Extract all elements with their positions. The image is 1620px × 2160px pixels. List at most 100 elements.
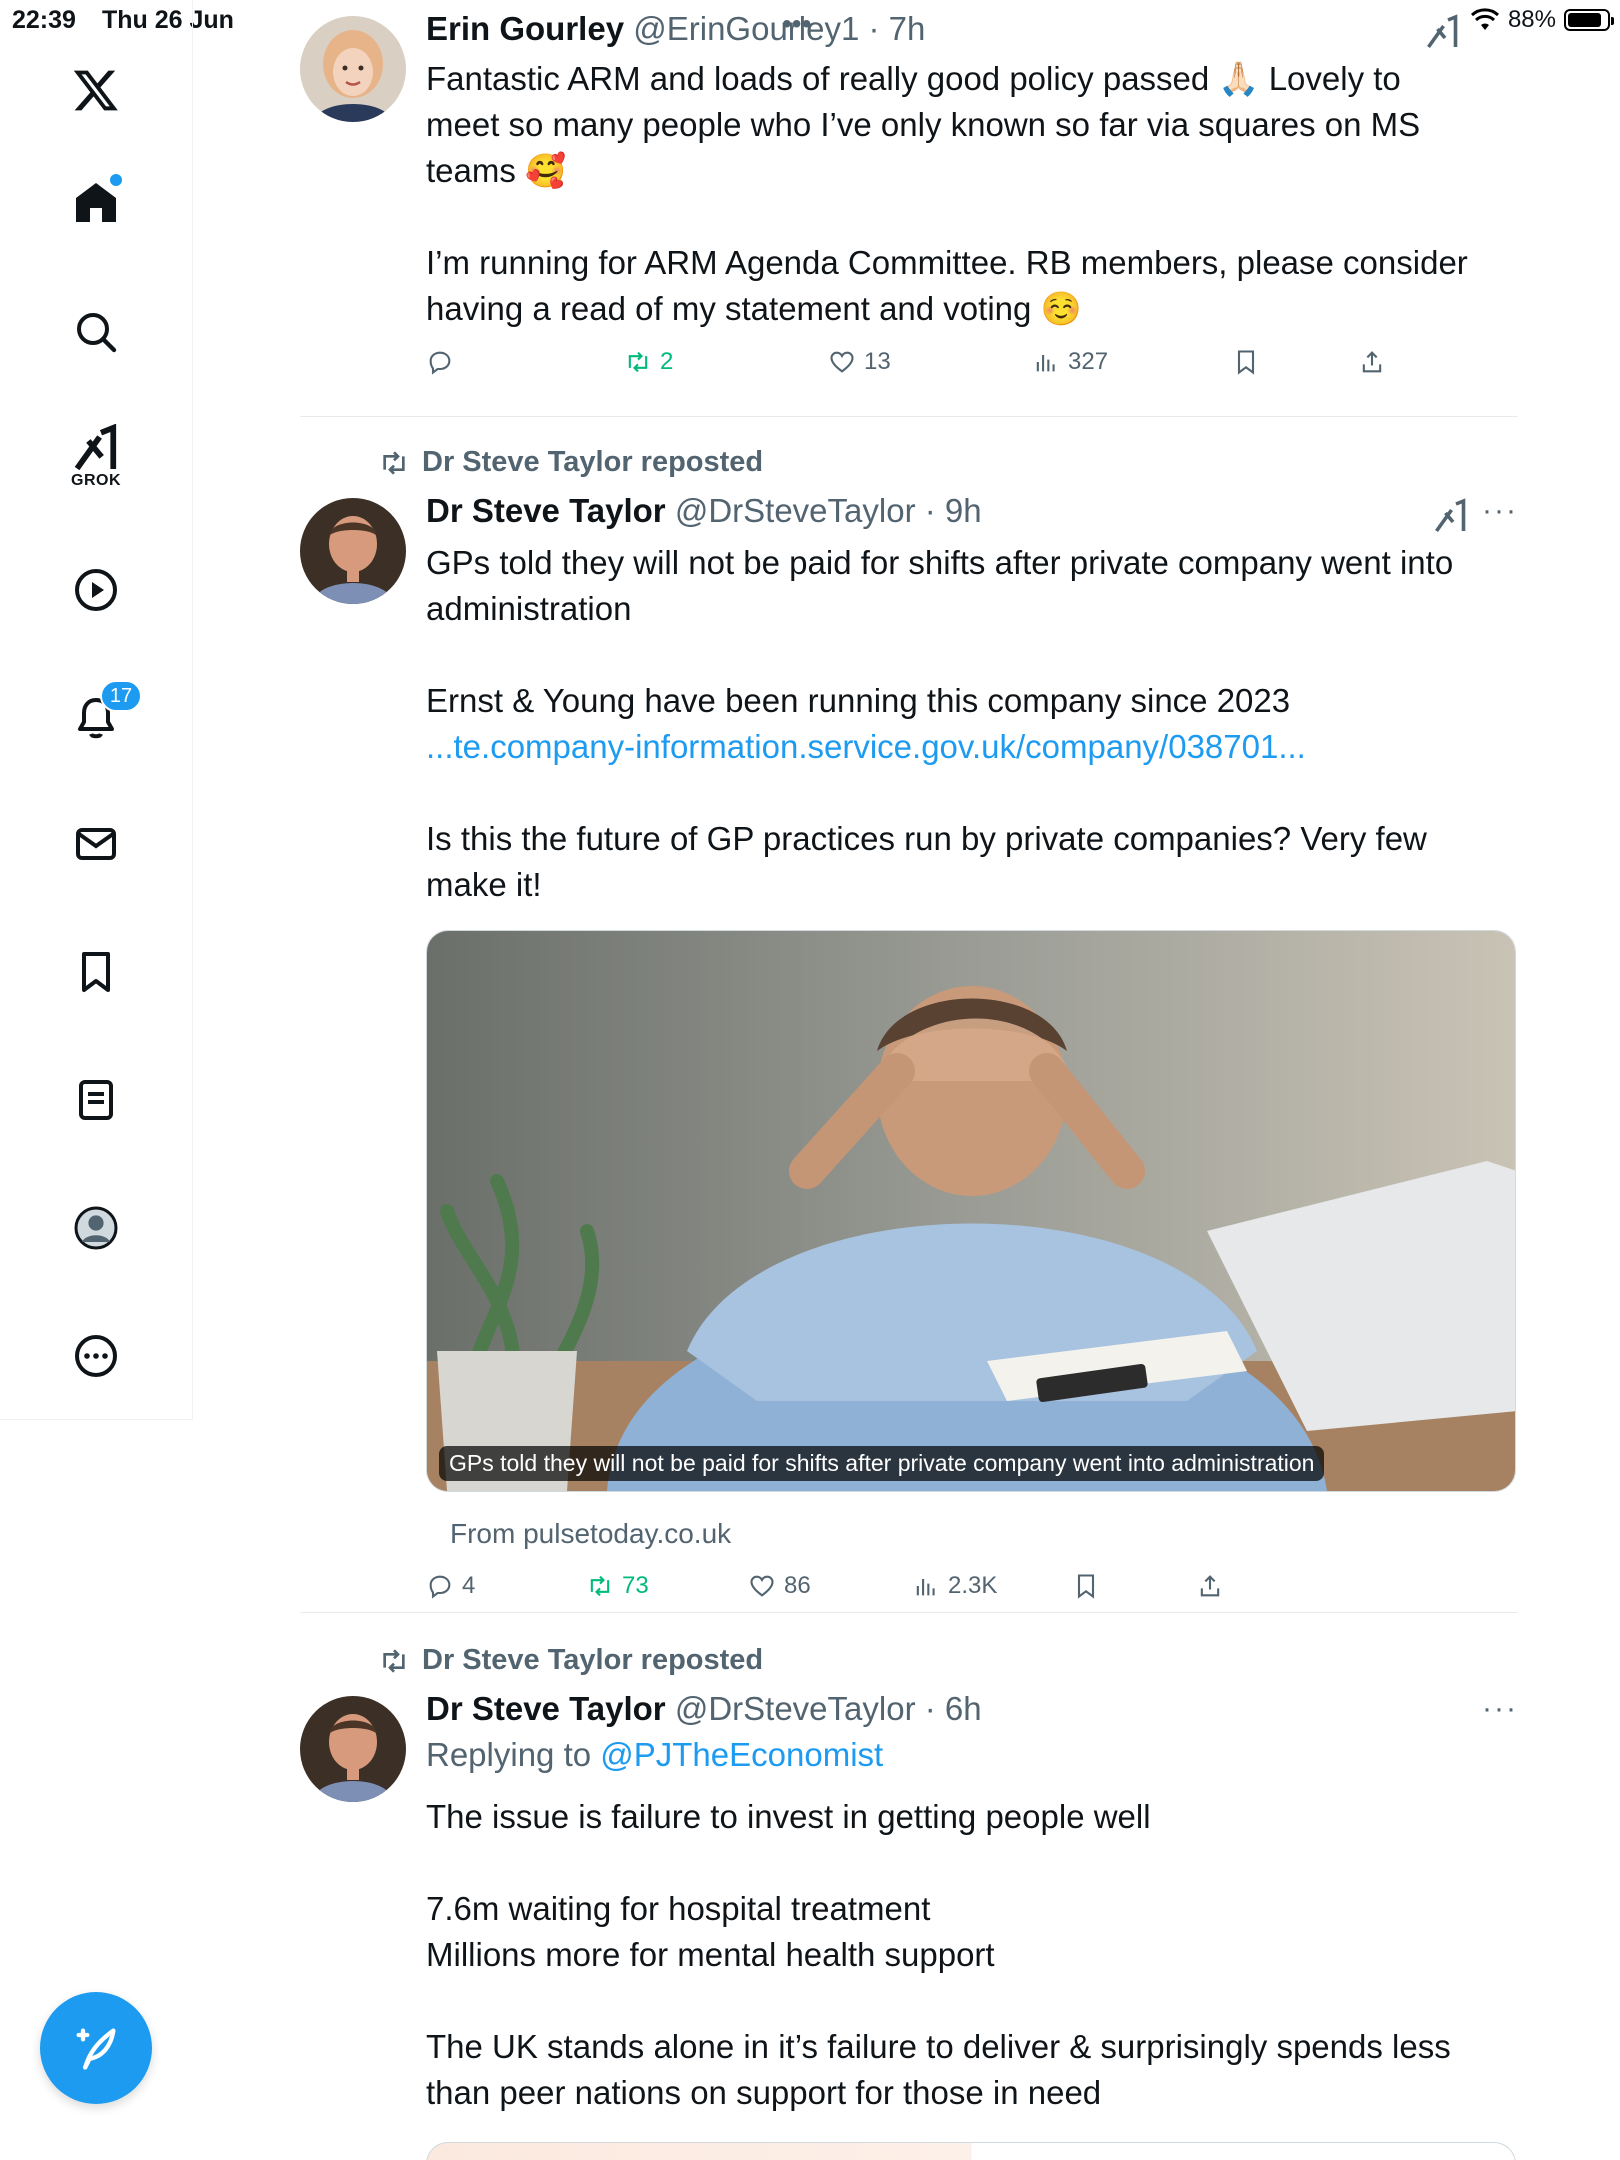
notification-count-badge: 17 xyxy=(100,680,142,712)
replying-to-prefix: Replying to xyxy=(426,1736,601,1773)
x-logo-icon[interactable] xyxy=(66,60,126,120)
reply-icon xyxy=(429,1575,451,1599)
views-count: 327 xyxy=(1068,348,1109,375)
bookmark-icon xyxy=(1077,1574,1095,1599)
compose-button[interactable] xyxy=(40,1992,152,2104)
search-icon[interactable] xyxy=(66,302,126,362)
repost-indicator[interactable]: Dr Steve Taylor reposted xyxy=(378,1644,763,1677)
avatar[interactable] xyxy=(300,1696,406,1802)
tweet-text-line: Millions more for mental health support xyxy=(426,1936,995,1973)
grok-label: GROK xyxy=(71,472,121,489)
home-icon[interactable] xyxy=(66,172,126,232)
battery-percent: 88% xyxy=(1507,6,1556,33)
company-info-link[interactable]: ...te.company-information.service.gov.uk… xyxy=(426,724,1511,770)
more-options-icon[interactable]: ··· xyxy=(1482,1692,1518,1726)
author-handle[interactable]: @DrSteveTaylor xyxy=(675,492,916,529)
tweet-text-line: The UK stands alone in it’s failure to d… xyxy=(426,2028,1451,2065)
tweet-text-line xyxy=(426,194,1511,240)
author-name[interactable]: Dr Steve Taylor xyxy=(426,1690,666,1727)
reply-count: 4 xyxy=(462,1572,476,1599)
messages-icon[interactable] xyxy=(66,814,126,874)
tweet-text: The issue is failure to invest in gettin… xyxy=(426,1794,1511,2116)
profile-icon[interactable] xyxy=(66,1198,126,1258)
reply-button[interactable]: 4 xyxy=(426,1572,475,1600)
battery-icon xyxy=(1564,9,1614,31)
tweet-actions: 2 13 327 xyxy=(426,348,1426,388)
tweet-divider xyxy=(300,1612,1518,1613)
tweet-text: Fantastic ARM and loads of really good p… xyxy=(426,56,1511,332)
avatar[interactable] xyxy=(300,16,406,122)
reply-button[interactable] xyxy=(426,348,462,376)
like-button[interactable]: 86 xyxy=(748,1572,811,1600)
share-button[interactable] xyxy=(1196,1572,1224,1600)
tweet-text-line xyxy=(426,1978,1511,2024)
views-button[interactable]: 327 xyxy=(1032,348,1108,376)
link-source[interactable]: From pulsetoday.co.uk xyxy=(450,1518,731,1550)
post-time: · 6h xyxy=(924,1690,982,1727)
views-count: 2.3K xyxy=(948,1572,998,1599)
like-button[interactable]: 13 xyxy=(828,348,891,376)
like-count: 86 xyxy=(784,1572,811,1599)
link-card-image[interactable]: GPs told they will not be paid for shift… xyxy=(426,930,1516,1492)
lists-icon[interactable] xyxy=(66,1070,126,1130)
tweet-text-line: Is this the future of GP practices run b… xyxy=(426,820,1427,857)
author-line: Erin Gourley @ErinGourley1 · 7h xyxy=(426,10,925,48)
repost-icon xyxy=(590,1575,610,1597)
bookmark-button[interactable] xyxy=(1072,1572,1100,1600)
author-handle[interactable]: @DrSteveTaylor xyxy=(675,1690,916,1727)
share-icon xyxy=(1362,351,1382,373)
battery-level xyxy=(1568,13,1602,27)
tweet-text-line: GPs told they will not be paid for shift… xyxy=(426,544,1454,581)
tweet-text-line: Fantastic ARM and loads of really good p… xyxy=(426,60,1401,97)
tweet-text-line: The issue is failure to invest in gettin… xyxy=(426,1798,1151,1835)
repost-icon xyxy=(383,450,405,475)
author-name[interactable]: Dr Steve Taylor xyxy=(426,492,666,529)
views-icon xyxy=(916,1579,935,1596)
views-icon xyxy=(1036,355,1055,372)
replying-to-line: Replying to @PJTheEconomist xyxy=(426,1736,883,1774)
views-button[interactable]: 2.3K xyxy=(912,1572,997,1600)
wifi-icon xyxy=(1470,8,1499,30)
repost-label: Dr Steve Taylor reposted xyxy=(422,1644,764,1676)
avatar[interactable] xyxy=(300,498,406,604)
bookmarks-icon[interactable] xyxy=(66,942,126,1002)
repost-button[interactable]: 2 xyxy=(624,348,673,376)
repost-indicator[interactable]: Dr Steve Taylor reposted xyxy=(378,446,763,479)
status-indicators: 88% xyxy=(1470,6,1614,34)
repost-count: 2 xyxy=(660,348,674,375)
tweet-text-line: administration xyxy=(426,590,632,627)
tweet-text-line: than peer nations on support for those i… xyxy=(426,2074,1102,2111)
author-handle[interactable]: @ErinGourley1 xyxy=(633,10,859,47)
tweet-text-line: Ernst & Young have been running this com… xyxy=(426,682,1291,719)
share-icon xyxy=(1200,1575,1220,1597)
tweet-text: GPs told they will not be paid for shift… xyxy=(426,540,1511,908)
replying-to-handle[interactable]: @PJTheEconomist xyxy=(600,1736,883,1773)
tweet-text-line: teams 🥰 xyxy=(426,152,567,189)
grok-explain-icon[interactable] xyxy=(1432,498,1468,534)
sidebar-nav: GROK 17 xyxy=(0,0,193,1420)
more-options-icon[interactable]: ··· xyxy=(1482,494,1518,528)
stressed-man-photo xyxy=(427,931,1515,1491)
video-icon[interactable] xyxy=(66,560,126,620)
top-overflow-dots[interactable]: ••• xyxy=(782,8,811,40)
notifications-icon[interactable]: 17 xyxy=(66,680,142,748)
link-card-caption: GPs told they will not be paid for shift… xyxy=(439,1446,1325,1481)
tweet-text-line: I’m running for ARM Agenda Committee. RB… xyxy=(426,244,1468,281)
author-line: Dr Steve Taylor @DrSteveTaylor · 9h xyxy=(426,492,982,530)
more-icon[interactable] xyxy=(66,1326,126,1386)
bookmark-button[interactable] xyxy=(1232,348,1260,376)
home-unread-dot xyxy=(110,174,122,186)
tweet-actions: 4 73 86 2.3K xyxy=(426,1572,1426,1612)
tweet-divider xyxy=(300,416,1518,417)
tweet-text-line xyxy=(426,1840,1511,1886)
grok-icon[interactable]: GROK xyxy=(66,424,126,504)
bookmark-icon xyxy=(1237,350,1255,375)
author-line: Dr Steve Taylor @DrSteveTaylor · 6h xyxy=(426,1690,982,1728)
share-button[interactable] xyxy=(1358,348,1386,376)
author-name[interactable]: Erin Gourley xyxy=(426,10,624,47)
heart-icon xyxy=(750,1575,774,1597)
compose-icon xyxy=(76,2028,116,2070)
grok-explain-icon[interactable] xyxy=(1424,14,1460,50)
repost-button[interactable]: 73 xyxy=(586,1572,649,1600)
attached-image-preview[interactable] xyxy=(426,2142,1516,2160)
